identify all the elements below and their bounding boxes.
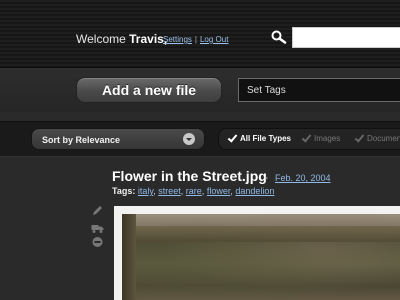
tag-link[interactable]: street xyxy=(158,186,181,196)
checkmark-icon[interactable] xyxy=(228,134,237,143)
tag-separator: , xyxy=(180,186,184,196)
tags-label: Tags: xyxy=(112,186,136,196)
settings-link[interactable]: Settings xyxy=(163,35,192,44)
filter-all-label: All File Types xyxy=(240,134,291,143)
filter-documents-label: Documents xyxy=(367,134,400,143)
welcome-prefix: Welcome xyxy=(76,32,126,46)
checkmark-icon[interactable] xyxy=(302,134,311,143)
tags-line: Tags: italy, street, rare, flower, dande… xyxy=(112,186,274,196)
tag-link[interactable]: flower xyxy=(207,186,231,196)
tag-link[interactable]: italy xyxy=(138,186,153,196)
logout-link[interactable]: Log Out xyxy=(200,35,228,44)
add-new-file-button[interactable]: Add a new file xyxy=(76,77,222,103)
set-tags-input[interactable]: Set Tags xyxy=(238,78,400,102)
filter-documents[interactable]: Documents xyxy=(355,134,400,143)
chevron-down-icon[interactable] xyxy=(183,133,195,145)
filter-images[interactable]: Images xyxy=(302,134,340,143)
magnifier-icon[interactable] xyxy=(271,30,287,44)
truck-icon[interactable] xyxy=(91,222,104,234)
tag-link[interactable]: dandelion xyxy=(235,186,274,196)
pencil-icon[interactable] xyxy=(91,205,104,217)
link-separator: | xyxy=(194,35,197,44)
sort-dropdown[interactable]: Sort by Relevance xyxy=(31,128,205,150)
username: Travis, xyxy=(129,32,168,46)
file-date-link[interactable]: Feb. 20, 2004 xyxy=(275,173,331,183)
welcome-text: Welcome Travis, xyxy=(76,32,167,46)
filter-all-file-types[interactable]: All File Types xyxy=(228,134,291,143)
tag-link[interactable]: rare xyxy=(186,186,202,196)
tag-separator: , xyxy=(201,186,205,196)
checkmark-icon[interactable] xyxy=(355,134,364,143)
file-title[interactable]: Flower in the Street.jpg xyxy=(112,168,267,184)
photo-detail xyxy=(122,214,136,300)
tag-separator: , xyxy=(230,186,233,196)
filter-images-label: Images xyxy=(314,134,341,143)
remove-icon[interactable] xyxy=(91,236,104,248)
title-dash: - xyxy=(264,170,268,184)
header-links: Settings | Log Out xyxy=(163,35,228,44)
tag-separator: , xyxy=(153,186,156,196)
photo-detail xyxy=(122,226,400,242)
search-input[interactable] xyxy=(292,27,400,48)
